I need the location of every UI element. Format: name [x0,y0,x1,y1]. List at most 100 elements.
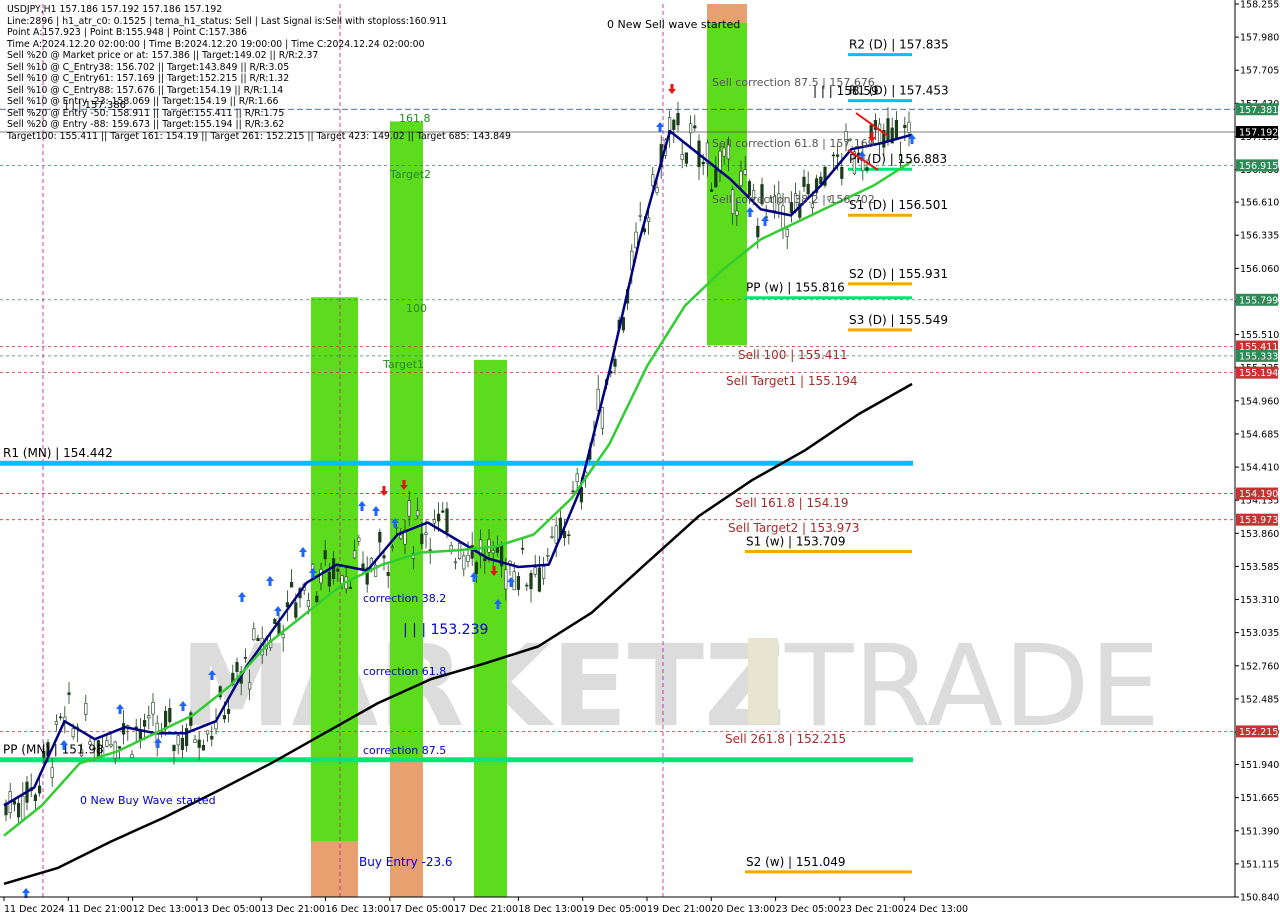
candle-body [176,735,180,746]
candle-body [172,744,176,752]
y-tick-label: 155.510 [1240,330,1279,341]
x-tick-label: 20 Dec 13:00 [711,904,775,915]
candle-body [672,119,676,130]
x-tick-label: 13 Dec 21:00 [261,904,325,915]
candle-body [550,536,554,538]
candle-body [109,743,113,747]
candle-body [714,168,718,188]
pivot-level-label: S2 (D) | 155.931 [849,267,948,281]
candle-body [596,388,600,411]
candle-body [193,739,197,743]
candle-body [180,737,185,750]
pivot-level-label: S3 (D) | 155.549 [849,313,948,327]
candle-body [117,746,121,749]
candle-body [420,533,424,545]
price-tag-label: 156.915 [1239,161,1278,172]
candle-body [735,210,739,216]
chart-annotation: Target1 [382,358,424,371]
candle-body [58,716,63,719]
chart-window[interactable]: MARKETZTRADE R2 (D) | 157.835R1 (D) | 15… [0,0,1280,920]
candle-body [453,561,458,564]
candle-body [676,112,680,126]
pivot-level-label: R2 (D) | 157.835 [849,38,949,52]
candle-body [436,513,441,522]
chart-annotation: | | | 158.59 [813,84,879,98]
y-tick-label: 153.310 [1240,595,1279,606]
candle-body [201,745,206,751]
candle-body [877,123,882,145]
candle-body [415,510,420,517]
x-tick-label: 12 Dec 13:00 [133,904,197,915]
candle-body [37,785,42,794]
candle-body [340,575,344,584]
y-tick-label: 156.610 [1240,198,1279,209]
y-tick-label: 151.390 [1240,826,1279,837]
chart-annotation: 100 [406,302,427,315]
candle-body [235,661,239,672]
candle-body [684,152,688,164]
candle-body [323,550,327,560]
candle-body [151,701,155,715]
candle-body [567,534,571,537]
candle-body [143,720,147,727]
y-tick-label: 156.060 [1240,264,1279,275]
y-tick-label: 151.115 [1240,859,1279,870]
y-tick-label: 152.760 [1240,661,1279,672]
info-line: Sell %20 @ Market price or at: 157.386 |… [7,50,319,61]
candle-body [781,205,785,229]
candle-body [886,118,890,142]
candle-body [348,586,353,589]
info-line: Sell %10 @ Entry -23: 158.069 || Target:… [7,96,279,107]
chart-annotation: 0 New Buy Wave started [80,794,216,807]
candle-body [105,740,109,747]
chart-annotation: correction 38.2 [363,592,446,605]
candle-body [306,600,311,608]
candle-body [12,800,16,805]
x-tick-label: 24 Dec 13:00 [904,904,968,915]
candle-body [67,692,71,695]
chart-annotation: | | | 153.239 [403,622,488,638]
candle-body [281,634,285,639]
x-tick-label: 11 Dec 2024 [4,904,65,915]
candle-body [541,566,546,579]
candle-body [424,532,428,535]
candle-body [693,125,697,129]
candle-body [54,721,58,725]
chart-annotation: Sell Target1 | 155.194 [726,374,858,388]
candle-body [407,500,411,517]
candle-body [840,166,844,179]
candle-body [352,550,357,559]
candle-body [256,637,260,642]
y-tick-label: 156.335 [1240,231,1279,242]
x-tick-label: 17 Dec 21:00 [454,904,518,915]
candle-body [655,187,659,193]
candle-body [378,531,382,543]
info-line: Sell %10 @ C_Entry38: 156.702 || Target:… [7,61,290,73]
chart-annotation: correction 87.5 [363,744,446,757]
watermark-bar [748,638,778,724]
candle-body [21,795,25,821]
candle-body [756,225,760,238]
candle-body [802,176,806,187]
x-tick-label: 18 Dec 13:00 [518,904,582,915]
candle-body [785,229,789,237]
candle-body [835,154,840,157]
y-tick-label: 153.585 [1240,562,1279,573]
fib-zone [311,841,358,897]
x-tick-label: 19 Dec 21:00 [647,904,711,915]
candle-body [445,508,449,533]
candle-body [147,715,151,719]
candle-body [537,567,541,592]
candle-body [289,582,294,588]
info-line: Line:2896 | h1_atr_c0: 0.1525 | tema_h1_… [7,15,448,27]
candle-body [113,741,117,759]
candle-body [390,546,395,549]
info-line: Sell %10 @ C_Entry88: 157.676 || Target:… [7,84,284,96]
candle-body [516,575,520,590]
candle-body [554,525,558,544]
candle-body [520,548,525,550]
candle-body [638,214,642,217]
price-tag-label: 157.381 [1239,105,1278,116]
pivot-level-label: PP (MN) | 151.98 [3,743,104,757]
y-tick-label: 154.960 [1240,396,1279,407]
